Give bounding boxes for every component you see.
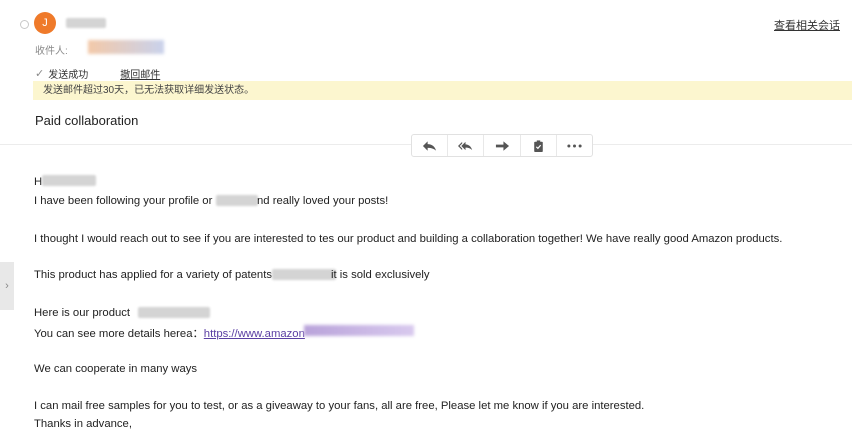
body-line-6: We can cooperate in many ways [34,363,198,375]
clipboard-icon [533,139,543,152]
action-toolbar [411,134,593,157]
forward-button[interactable] [484,135,521,156]
select-radio[interactable] [20,20,29,29]
chevron-right-icon: › [5,280,9,292]
body-line-7: I can mail free samples for you to test,… [34,400,645,412]
body-line-5: You can see more details herea：https://w… [34,325,305,341]
body-line-1a: I have been following your profile or [34,195,213,207]
send-status-row: ✓ 发送成功 撤回邮件 [35,66,160,81]
redacted-platform [216,195,258,206]
body-line-5a: You can see more details herea： [34,328,204,340]
redacted-name [42,175,96,186]
recipients-label: 收件人: [35,46,68,57]
forward-icon [495,140,509,151]
redacted-product [138,307,210,318]
greeting: H [34,176,42,188]
status-banner: 发送邮件超过30天，已无法获取详细发送状态。 [33,81,852,100]
clipboard-button[interactable] [521,135,557,156]
reply-all-button[interactable] [448,135,485,156]
body-line-1b: nd really loved your posts! [257,195,389,207]
reply-icon [423,140,437,151]
view-conversation-link[interactable]: 查看相关会话 [774,17,840,33]
email-subject: Paid collaboration [35,113,139,128]
check-icon: ✓ [35,68,45,80]
body-line-1: I have been following your profile or [34,195,212,207]
redacted-link [304,325,414,336]
body-line-3b: it is sold exclusively [331,269,430,281]
body-line-8: Thanks in advance, [34,418,132,430]
expand-sidebar-tab[interactable]: › [0,262,14,310]
sender-name-redacted [66,18,106,28]
recall-link[interactable]: 撤回邮件 [120,66,160,81]
more-button[interactable] [557,135,592,156]
reply-button[interactable] [412,135,449,156]
amazon-link[interactable]: https://www.amazon [204,328,305,340]
body-line-4: Here is our product [34,307,131,319]
redacted-patents [272,269,336,280]
body-line-2: I thought I would reach out to see if yo… [34,233,783,245]
more-icon [567,144,582,147]
recipient-redacted [88,40,164,54]
body-line-3a: This product has applied for a variety o… [34,269,272,281]
reply-all-icon [458,141,473,150]
sender-avatar: J [34,12,56,34]
sent-status: 发送成功 [48,70,89,81]
greeting-text: H [34,176,43,188]
